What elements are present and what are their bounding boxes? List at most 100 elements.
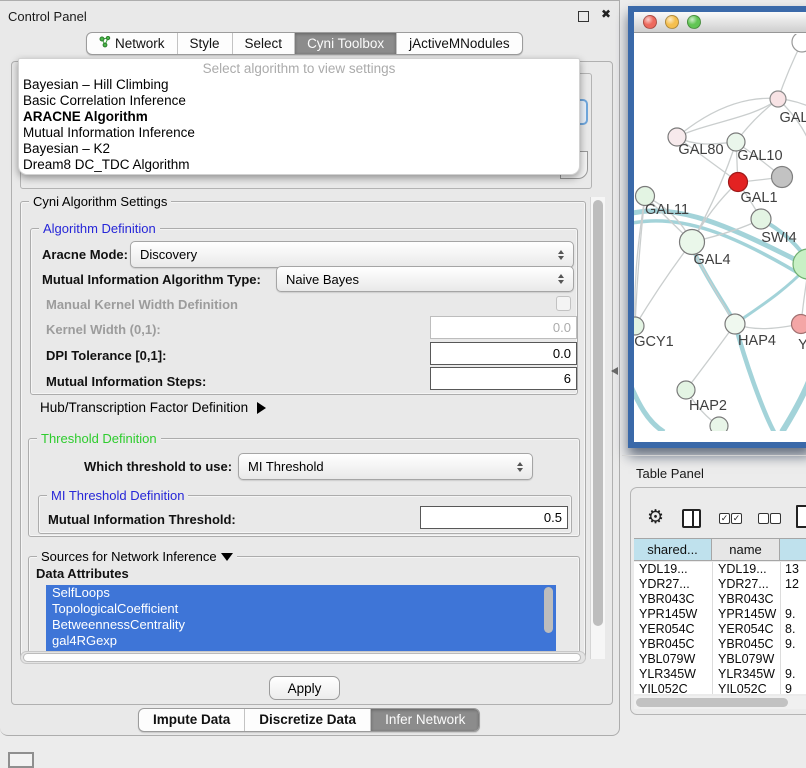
unchecked-checkbox-icon[interactable] (770, 513, 781, 524)
network-edge[interactable] (686, 324, 735, 390)
table-header-shared-name[interactable]: shared... (634, 538, 712, 561)
network-edge[interactable] (782, 379, 806, 431)
tab-impute-data[interactable]: Impute Data (139, 709, 244, 731)
network-window-titlebar[interactable] (634, 12, 806, 33)
dropdown-item-selected[interactable]: ARACNE Algorithm (23, 109, 148, 125)
network-node-swi4[interactable] (793, 249, 806, 279)
mi-type-select[interactable]: Naive Bayes (276, 266, 574, 292)
bottom-tabbar: Impute Data Discretize Data Infer Networ… (138, 708, 480, 732)
aracne-mode-select[interactable]: Discovery (130, 241, 574, 268)
network-node-pink-right[interactable] (792, 315, 806, 334)
dropdown-item[interactable]: Bayesian – Hill Climbing (23, 77, 169, 93)
checked-checkbox-icon[interactable]: ✓ (719, 513, 730, 524)
network-node-label: HAP4 (738, 333, 776, 349)
combo-spinner-icon (553, 274, 569, 284)
dropdown-item[interactable]: Basic Correlation Inference (23, 93, 186, 109)
file-icon[interactable] (796, 505, 806, 528)
table-row[interactable]: YLR345WYLR345W9. (634, 667, 806, 682)
mi-steps-input[interactable]: 6 (430, 367, 577, 390)
split-columns-icon[interactable] (682, 509, 701, 528)
minimize-traffic-light[interactable] (665, 15, 679, 29)
collapsed-arrow-icon (257, 402, 266, 414)
tab-cyni-toolbox[interactable]: Cyni Toolbox (294, 33, 396, 54)
which-threshold-select[interactable]: MI Threshold (238, 453, 533, 480)
network-node-label: GCY1 (634, 334, 674, 350)
network-node-gal4[interactable] (680, 230, 705, 255)
settings-horizontal-scrollbar[interactable] (20, 651, 586, 664)
attribute-item-selected[interactable]: SelfLoops (46, 585, 556, 601)
zoom-traffic-light[interactable] (687, 15, 701, 29)
attribute-list-scrollbar[interactable] (544, 587, 553, 633)
table-panel-title: Table Panel (636, 466, 704, 481)
network-edge[interactable] (635, 242, 692, 326)
manual-kernel-checkbox[interactable] (556, 296, 571, 311)
desktop: { "colors": { "frame_blue": "#3A69A9", "… (0, 0, 806, 762)
table-row[interactable]: YIL052CYIL052C9 (634, 682, 806, 694)
apply-button[interactable]: Apply (269, 676, 340, 700)
tab-select[interactable]: Select (232, 33, 295, 54)
settings-vertical-scrollbar[interactable] (590, 197, 605, 659)
gear-icon[interactable]: ⚙ (647, 506, 664, 529)
tab-style[interactable]: Style (177, 33, 232, 54)
algorithm-dropdown-popup: Select algorithm to view settings Bayesi… (18, 58, 580, 175)
sources-title-wrap[interactable]: Sources for Network Inference (37, 549, 237, 564)
expanded-arrow-icon (221, 553, 233, 561)
table-row[interactable]: YBR045CYBR045C9. (634, 637, 806, 652)
unchecked-checkbox-icon[interactable] (758, 513, 769, 524)
network-node-partial-top[interactable] (792, 34, 806, 52)
attribute-item-selected[interactable]: BetweennessCentrality (46, 617, 556, 633)
close-traffic-light[interactable] (643, 15, 657, 29)
hub-definition-toggle[interactable]: Hub/Transcription Factor Definition (40, 400, 266, 415)
kernel-width-input[interactable]: 0.0 (430, 316, 577, 339)
network-edge[interactable] (634, 379, 664, 431)
attribute-item-selected[interactable]: gal4RGexp (46, 633, 556, 649)
mi-threshold-title: MI Threshold Definition (47, 488, 188, 503)
network-canvas-svg: GALGAL80GAL10GAL1GAL11GAL4SWI4GCY1HAP4YH… (634, 34, 806, 431)
dropdown-item[interactable]: Dream8 DC_TDC Algorithm (23, 157, 190, 173)
data-attributes-list: SelfLoops TopologicalCoefficient Between… (46, 585, 556, 651)
tab-network[interactable]: Network (87, 33, 177, 54)
table-header-name[interactable]: name (712, 538, 780, 561)
combo-spinner-icon (512, 462, 528, 472)
network-node-label: HAP2 (689, 398, 727, 414)
table-row[interactable]: YBL079WYBL079W (634, 652, 806, 667)
table-row[interactable]: YDL19...YDL19...13 (634, 562, 806, 577)
network-node-hap2[interactable] (677, 381, 695, 399)
bottom-left-partial-icon (8, 752, 34, 768)
float-window-icon[interactable] (578, 11, 589, 22)
network-node-hap4[interactable] (725, 314, 745, 334)
aracne-mode-label: Aracne Mode: (42, 247, 128, 262)
dpi-tolerance-input[interactable]: 0.0 (430, 342, 577, 365)
checked-checkbox-icon[interactable]: ✓ (731, 513, 742, 524)
network-node-label: GAL1 (740, 190, 777, 206)
network-node-label: GAL4 (693, 252, 730, 268)
network-edge[interactable] (677, 99, 778, 137)
mouse-cursor (611, 367, 618, 375)
dropdown-item[interactable]: Mutual Information Inference (23, 125, 195, 141)
network-node-label: GAL10 (737, 148, 782, 164)
mi-threshold-input[interactable]: 0.5 (420, 506, 568, 529)
table-row[interactable]: YDR27...YDR27...12 (634, 577, 806, 592)
network-node-gal1[interactable] (751, 209, 771, 229)
table-horizontal-scrollbar[interactable] (634, 696, 806, 709)
close-window-icon[interactable]: ✖ (601, 7, 611, 21)
tab-jactivemnodules[interactable]: jActiveMNodules (396, 33, 522, 54)
table-row[interactable]: YPR145WYPR145W9. (634, 607, 806, 622)
table-row[interactable]: YER054CYER054C8. (634, 622, 806, 637)
network-node-red-node[interactable] (729, 173, 748, 192)
network-node-gal-top[interactable] (770, 91, 786, 107)
network-node-gray-node[interactable] (772, 167, 793, 188)
panel-divider (622, 455, 806, 456)
dropdown-item[interactable]: Bayesian – K2 (23, 141, 110, 157)
table-header-col3[interactable] (780, 538, 806, 561)
network-node-gcy1[interactable] (634, 317, 644, 335)
tab-discretize-data[interactable]: Discretize Data (244, 709, 370, 731)
network-node-bottom-partial[interactable] (710, 417, 728, 431)
network-canvas[interactable]: GALGAL80GAL10GAL1GAL11GAL4SWI4GCY1HAP4YH… (634, 34, 806, 431)
tab-infer-network[interactable]: Infer Network (370, 709, 479, 731)
attribute-item-selected[interactable]: TopologicalCoefficient (46, 601, 556, 617)
network-edge[interactable] (735, 266, 806, 324)
table-row[interactable]: YBR043CYBR043C (634, 592, 806, 607)
network-icon (99, 33, 111, 54)
node-table: YDL19...YDL19...13 YDR27...YDR27...12 YB… (634, 562, 806, 694)
